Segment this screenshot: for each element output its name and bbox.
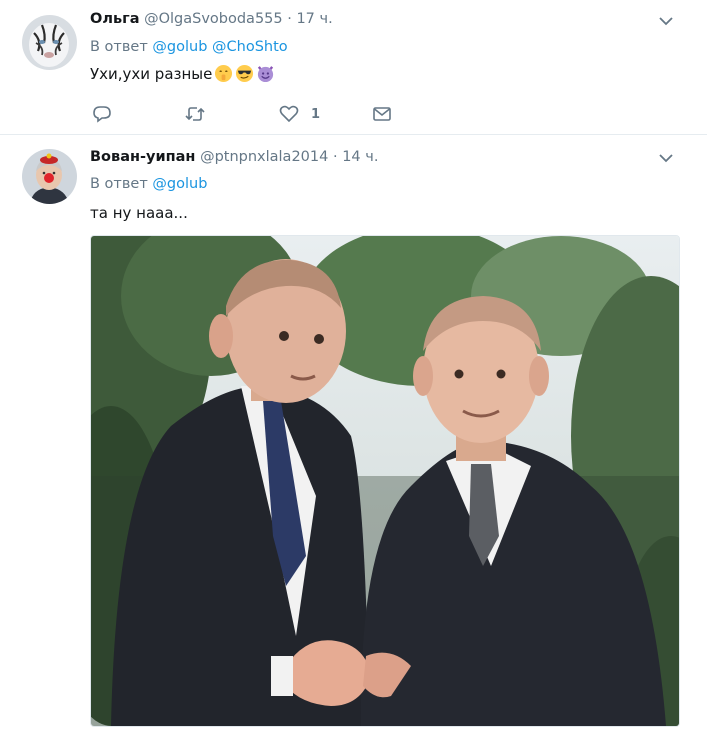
tweet-header: Ольга @OlgaSvoboda555 · 17 ч. xyxy=(90,11,333,27)
reply-prefix: В ответ xyxy=(90,39,148,55)
avatar[interactable] xyxy=(22,15,77,70)
display-name[interactable]: Вован-уипан xyxy=(90,149,195,165)
tweet-text: та ну нааа... xyxy=(90,204,188,222)
user-handle[interactable]: @OlgaSvoboda555 xyxy=(144,11,283,27)
tweet-text: Ухи,ухи разные xyxy=(90,64,275,83)
reply-button[interactable] xyxy=(92,104,124,124)
retweet-button[interactable] xyxy=(185,104,217,124)
mention-link[interactable]: @golub xyxy=(152,176,207,192)
timestamp[interactable]: 17 ч. xyxy=(296,11,332,27)
tweet-photo[interactable] xyxy=(90,235,680,727)
separator-dot: · xyxy=(287,11,292,27)
shushing-face-emoji xyxy=(215,64,233,83)
direct-message-icon xyxy=(373,107,391,121)
separator-dot: · xyxy=(332,149,338,165)
tweet-text-content: та ну нааа... xyxy=(90,204,188,222)
display-name[interactable]: Ольга xyxy=(90,11,139,27)
user-handle[interactable]: @ptnpnxlala2014 xyxy=(200,149,328,165)
sunglasses-face-emoji xyxy=(236,64,254,83)
tweet[interactable]: Вован-уипан @ptnpnxlala2014 · 14 ч. В от… xyxy=(0,135,707,743)
avatar[interactable] xyxy=(22,149,77,204)
tweet-header: Вован-уипан @ptnpnxlala2014 · 14 ч. xyxy=(90,149,378,165)
photo-two-men-shaking-hands xyxy=(91,236,679,726)
chevron-down-icon[interactable] xyxy=(657,149,675,167)
reply-context: В ответ @golub xyxy=(90,176,207,192)
smiling-devil-emoji xyxy=(258,66,274,83)
mention-link[interactable]: @ChoShto xyxy=(212,39,288,55)
timestamp[interactable]: 14 ч. xyxy=(342,149,378,165)
retweet-icon xyxy=(185,107,205,121)
mention-link[interactable]: @golub xyxy=(152,39,207,55)
like-icon xyxy=(279,105,299,123)
tweet[interactable]: Ольга @OlgaSvoboda555 · 17 ч. В ответ @g… xyxy=(0,0,707,135)
reply-prefix: В ответ xyxy=(90,176,148,192)
chevron-down-icon[interactable] xyxy=(657,12,675,30)
like-button[interactable]: 1 xyxy=(279,104,320,124)
like-count: 1 xyxy=(311,106,321,122)
tweet-text-content: Ухи,ухи разные xyxy=(90,64,213,83)
reply-context: В ответ @golub @ChoShto xyxy=(90,39,288,55)
reply-icon xyxy=(93,106,111,123)
tweet-actions: 1 xyxy=(92,104,412,126)
direct-message-button[interactable] xyxy=(372,104,392,124)
